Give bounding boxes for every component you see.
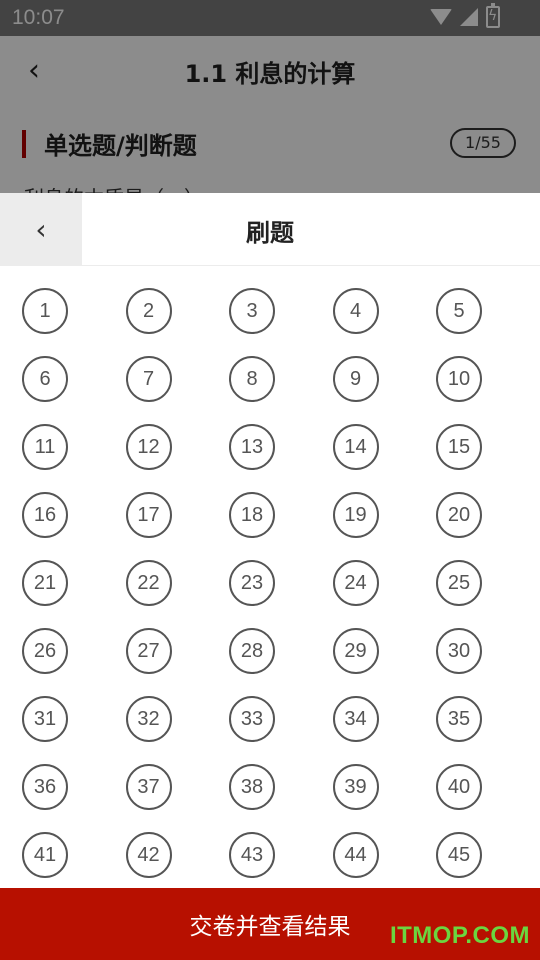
question-number-button[interactable]: 13 [229,424,275,470]
question-number-button[interactable]: 6 [22,356,68,402]
question-number-button[interactable]: 20 [436,492,482,538]
question-number-button[interactable]: 31 [22,696,68,742]
question-number-button[interactable]: 14 [332,424,379,470]
question-number-button[interactable]: 37 [125,764,172,810]
question-number-button[interactable]: 34 [332,696,379,742]
sheet-header: ‹ 刷题 [0,193,540,266]
question-number-button[interactable]: 33 [229,696,275,742]
submit-label: 交卷并查看结果 [189,914,351,940]
question-number-button[interactable]: 42 [125,832,172,878]
question-number-button[interactable]: 38 [229,764,275,810]
dim-overlay[interactable] [0,0,540,193]
question-number-button[interactable]: 17 [125,492,172,538]
watermark: ITMOP.COM [389,922,530,949]
question-number-button[interactable]: 16 [22,492,68,538]
question-number-button[interactable]: 45 [436,832,482,878]
question-number-button[interactable]: 43 [229,832,275,878]
question-number-button[interactable]: 15 [436,424,482,470]
question-number-button[interactable]: 28 [229,628,275,674]
question-number-button[interactable]: 3 [229,288,275,334]
question-number-button[interactable]: 18 [229,492,275,538]
question-number-button[interactable]: 35 [436,696,482,742]
question-number-button[interactable]: 8 [229,356,275,402]
question-number-button[interactable]: 29 [332,628,379,674]
question-number-button[interactable]: 36 [22,764,68,810]
question-number-button[interactable]: 11 [22,424,68,470]
question-number-button[interactable]: 23 [229,560,275,606]
question-number-button[interactable]: 19 [332,492,379,538]
question-number-button[interactable]: 40 [436,764,482,810]
answer-sheet: ‹ 刷题 1 2 3 4 5 6 7 8 9 10 11 12 13 14 15 16 17 18 19 20 21 22… [0,193,540,960]
question-number-button[interactable]: 5 [436,288,482,334]
question-number-button[interactable]: 30 [436,628,482,674]
question-number-button[interactable]: 4 [332,288,379,334]
question-number-button[interactable]: 27 [125,628,172,674]
question-number-button[interactable]: 7 [125,356,172,402]
question-number-button[interactable]: 39 [332,764,379,810]
question-grid: 1 2 3 4 5 6 7 8 9 10 11 12 13 14 15 16 17 18 19 20 21 22 23 24 2… [22,288,492,878]
question-number-button[interactable]: 22 [125,560,172,606]
question-number-button[interactable]: 2 [125,288,172,334]
question-number-button[interactable]: 10 [436,356,482,402]
question-number-button[interactable]: 24 [332,560,379,606]
question-number-button[interactable]: 21 [22,560,68,606]
question-number-button[interactable]: 1 [22,288,68,334]
question-number-button[interactable]: 25 [436,560,482,606]
chevron-left-icon: ‹ [35,212,47,246]
question-number-button[interactable]: 12 [125,424,172,470]
question-number-button[interactable]: 44 [332,832,379,878]
sheet-back-button[interactable]: ‹ [0,193,82,265]
question-number-button[interactable]: 41 [22,832,68,878]
question-number-button[interactable]: 26 [22,628,68,674]
question-number-button[interactable]: 9 [332,356,379,402]
question-number-button[interactable]: 32 [125,696,172,742]
